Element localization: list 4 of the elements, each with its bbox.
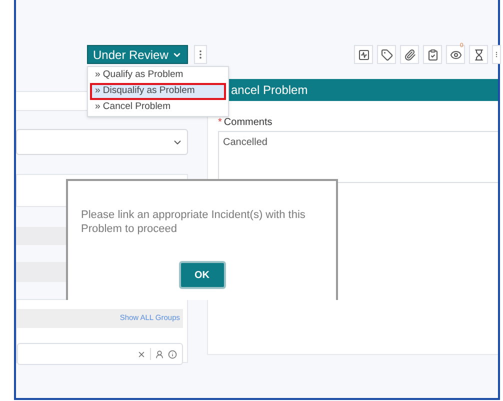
- comments-label: Comments: [224, 118, 272, 128]
- panel-title: ancel Problem: [231, 82, 308, 99]
- dialog-message: Please link an appropriate Incident(s) with this Problem to proceed: [81, 208, 306, 236]
- required-mark: *: [218, 118, 222, 128]
